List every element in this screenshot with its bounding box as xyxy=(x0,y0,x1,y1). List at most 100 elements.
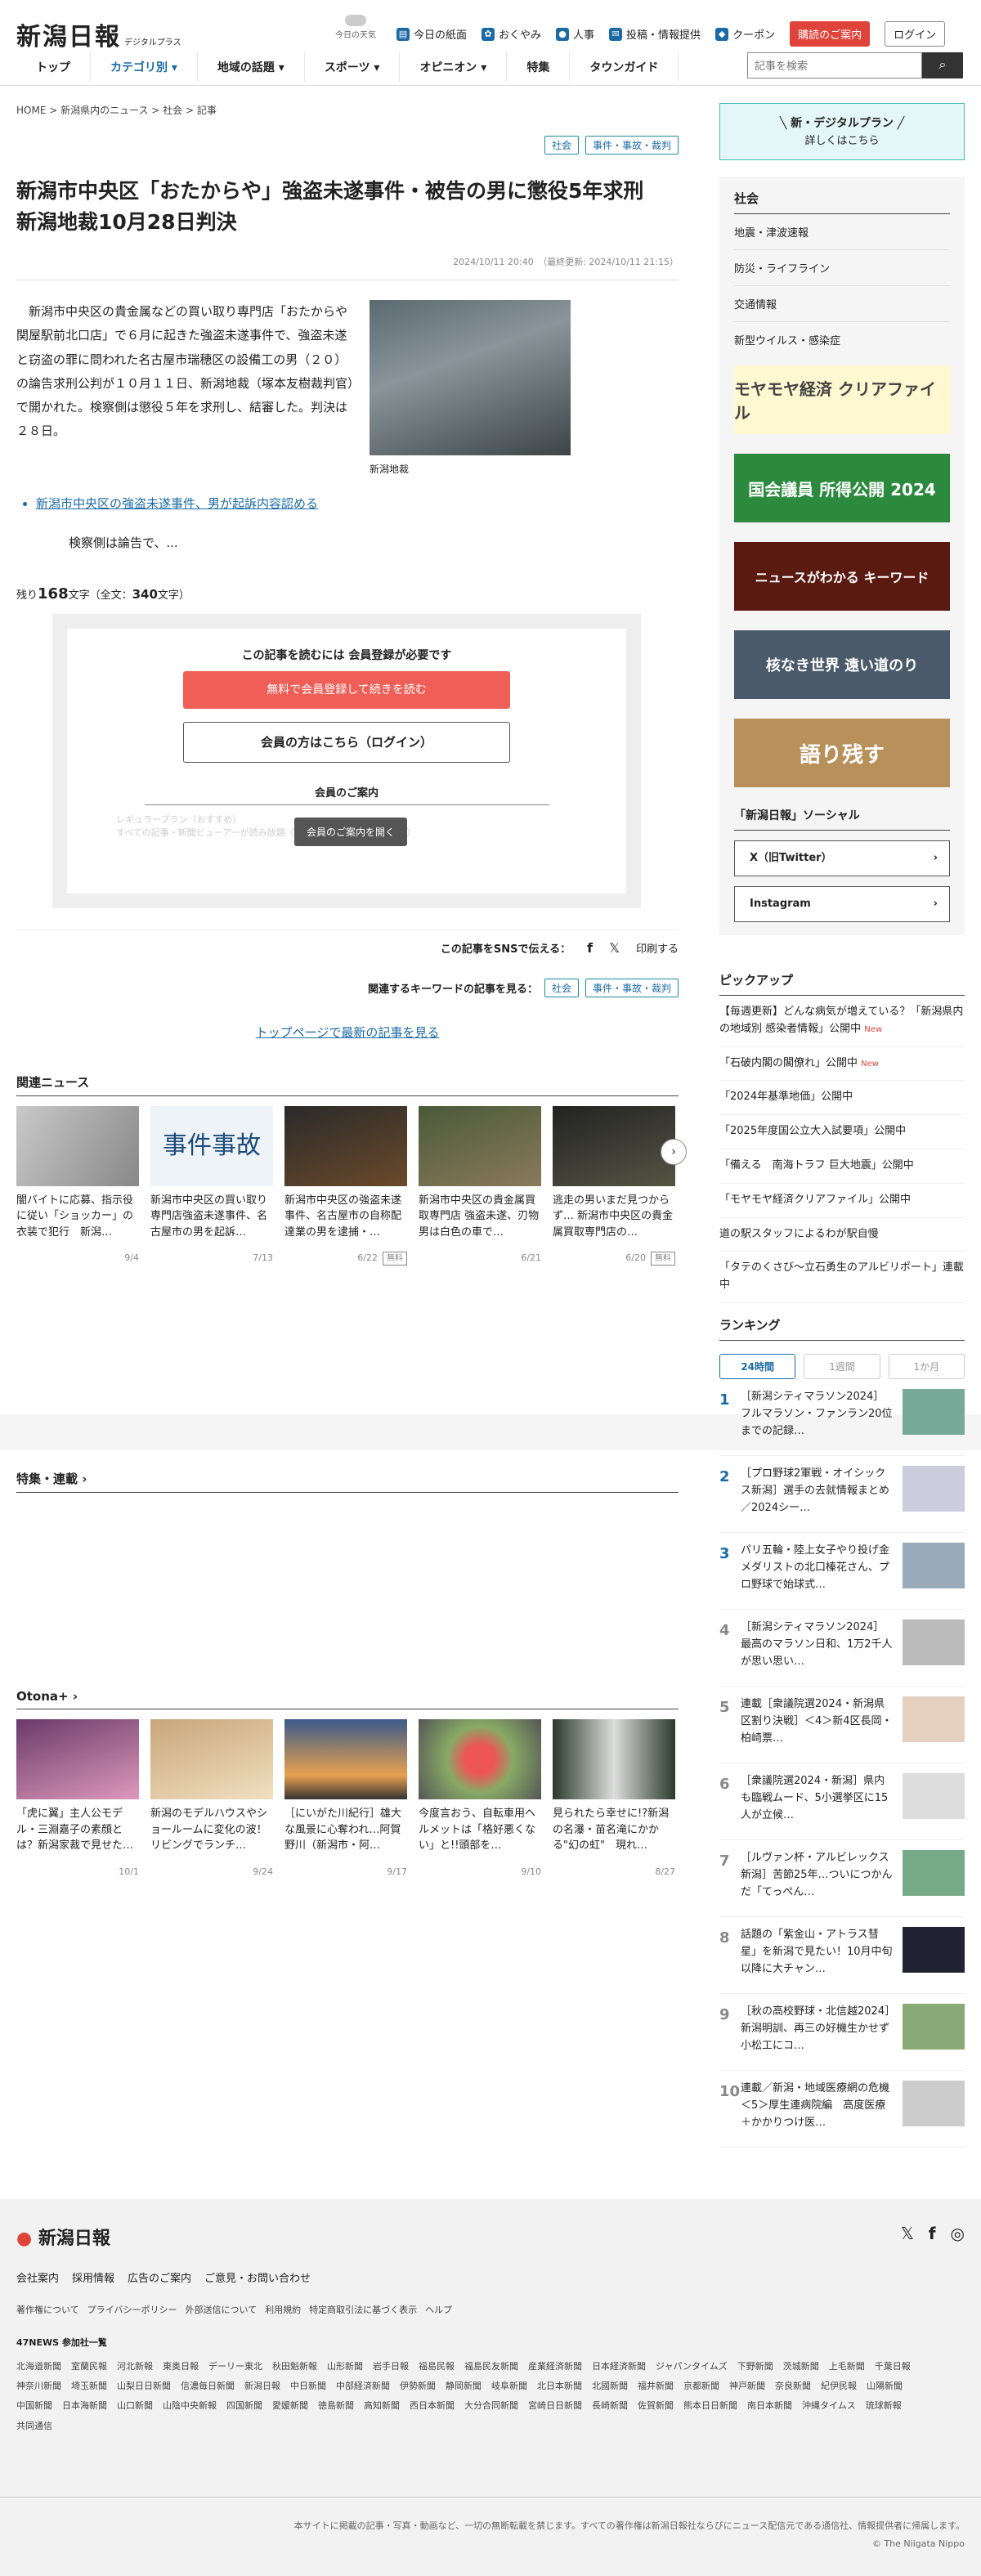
newspaper-link[interactable]: 岐阜新聞 xyxy=(491,2377,527,2396)
search-input[interactable] xyxy=(747,52,922,78)
ad-banner[interactable]: 語り残す xyxy=(734,719,950,787)
otona-card[interactable]: 新潟のモデルハウスやショールームに変化の波！リビングでランチ… 9/24 xyxy=(150,1719,273,1879)
news-card[interactable]: 新潟市中央区の強盗未遂事件、名古屋市の自称配達業の男を逮捕・… 6/22 無料 xyxy=(284,1105,407,1266)
newspaper-link[interactable]: 北國新聞 xyxy=(592,2377,628,2396)
newspaper-link[interactable]: 中部経済新聞 xyxy=(336,2377,390,2396)
newspaper-link[interactable]: 東奥日報 xyxy=(163,2357,199,2377)
link-post[interactable]: ✉ 投稿・情報提供 xyxy=(609,26,701,42)
newspaper-link[interactable]: 京都新聞 xyxy=(683,2377,719,2396)
category-link[interactable]: 地震・津波速報 xyxy=(734,214,950,250)
keyword-incident[interactable]: 事件・事故・裁判 xyxy=(585,978,679,997)
register-button[interactable]: 無料で会員登録して続きを読む xyxy=(183,670,510,709)
facebook-icon[interactable]: f xyxy=(587,940,593,956)
tag-incident[interactable]: 事件・事故・裁判 xyxy=(585,136,679,155)
related-link[interactable]: 新潟市中央区の強盗未遂事件、男が起訴内容認める xyxy=(36,492,379,516)
tab-1month[interactable]: 1か月 xyxy=(888,1353,965,1379)
pickup-link[interactable]: 「石破内閣の閣僚れ」公開中 New xyxy=(719,1047,965,1082)
pickup-link[interactable]: 「モヤモヤ経済クリアファイル」公開中 xyxy=(719,1184,965,1218)
newspaper-link[interactable]: 西日本新聞 xyxy=(410,2396,455,2416)
news-card[interactable]: 逃走の男いまだ見つからず… 新潟市中央区の貴金属買取専門店の… 6/20 無料 xyxy=(553,1105,675,1266)
newspaper-link[interactable]: 秋田魁新報 xyxy=(272,2357,317,2377)
newspaper-link[interactable]: 福島民報 xyxy=(419,2357,455,2377)
newspaper-link[interactable]: 山口新聞 xyxy=(117,2396,153,2416)
link-obituaries[interactable]: ✿ おくやみ xyxy=(482,26,541,42)
x-link[interactable]: X（旧Twitter） › xyxy=(734,840,950,876)
article-photo[interactable]: 新潟地裁 xyxy=(370,300,571,476)
footer-link[interactable]: ヘルプ xyxy=(425,2303,452,2316)
x-icon[interactable]: 𝕏 xyxy=(901,2224,914,2243)
category-link[interactable]: 新型ウイルス・感染症 xyxy=(734,322,950,357)
pickup-link[interactable]: 【毎週更新】どんな病気が増えている？「新潟県内の地域別 感染者情報」公開中 Ne… xyxy=(719,996,965,1047)
rank-thumbnail[interactable] xyxy=(903,1388,965,1435)
pickup-link[interactable]: 「2024年基準地価」公開中 xyxy=(719,1081,965,1116)
newspaper-link[interactable]: 神戸新聞 xyxy=(729,2377,765,2396)
nav-opinion[interactable]: オピニオン ▾ xyxy=(400,52,508,82)
newspaper-link[interactable]: 河北新報 xyxy=(117,2357,153,2377)
rank-thumbnail[interactable] xyxy=(903,1849,965,1896)
footer-link[interactable]: 外部送信について xyxy=(185,2303,257,2316)
ranking-item[interactable]: 8 話題の「紫金山・アトラス彗星」を新潟で見たい！10月中旬以降に大チャン… xyxy=(719,1917,965,1994)
breadcrumb[interactable]: HOME > 新潟県内のニュース > 社会 > 記事 xyxy=(16,103,679,117)
newspaper-link[interactable]: ジャパンタイムズ xyxy=(656,2357,728,2377)
newspaper-link[interactable]: 千葉日報 xyxy=(875,2357,911,2377)
nav-feature[interactable]: 特集 xyxy=(507,52,571,82)
newspaper-link[interactable]: 共同通信 xyxy=(16,2417,52,2436)
category-link[interactable]: 防災・ライフライン xyxy=(734,250,950,286)
next-arrow-icon[interactable]: › xyxy=(661,1138,687,1165)
ranking-item[interactable]: 3 パリ五輪・陸上女子やり投げ金メダリストの北口榛花さん、プロ野球で始球式… xyxy=(719,1533,965,1610)
newspaper-link[interactable]: 北海道新聞 xyxy=(16,2357,61,2377)
site-logo[interactable]: 新潟日報 デジタルプラス xyxy=(16,16,181,52)
footer-link[interactable]: 採用情報 xyxy=(72,2269,114,2285)
tab-1week[interactable]: 1週間 xyxy=(804,1353,880,1379)
rank-thumbnail[interactable] xyxy=(903,2080,965,2126)
newspaper-link[interactable]: 四国新聞 xyxy=(226,2396,262,2416)
newspaper-link[interactable]: 神奈川新聞 xyxy=(16,2377,61,2396)
newspaper-link[interactable]: 上毛新聞 xyxy=(829,2357,865,2377)
footer-link[interactable]: 広告のご案内 xyxy=(128,2269,191,2285)
ranking-item[interactable]: 4 ［新潟シティマラソン2024］最高のマラソン日和、1万2千人が思い思い… xyxy=(719,1610,965,1687)
instagram-link[interactable]: Instagram › xyxy=(734,886,950,922)
open-guide-button[interactable]: 会員のご案内を開く xyxy=(294,817,408,846)
digital-plan-banner[interactable]: ╲ 新・デジタルプラン ╱ 詳しくはこちら xyxy=(719,103,965,160)
tag-society[interactable]: 社会 xyxy=(544,136,579,155)
newspaper-link[interactable]: 信濃毎日新聞 xyxy=(181,2377,235,2396)
category-link[interactable]: 交通情報 xyxy=(734,286,950,322)
newspaper-link[interactable]: 大分合同新聞 xyxy=(464,2396,518,2416)
newspaper-link[interactable]: 日本海新聞 xyxy=(62,2396,107,2416)
pickup-link[interactable]: 「タテのくさび〜立石勇生のアルビリポート」連載中 xyxy=(719,1252,965,1303)
footer-link[interactable]: 特定商取引法に基づく表示 xyxy=(309,2303,417,2316)
footer-link[interactable]: プライバシーポリシー xyxy=(87,2303,177,2316)
footer-link[interactable]: 利用規約 xyxy=(265,2303,301,2316)
top-page-link[interactable]: トップページで最新の記事を見る xyxy=(16,1024,679,1041)
member-login-button[interactable]: 会員の方はこちら（ログイン） xyxy=(183,721,510,763)
ranking-item[interactable]: 7 ［ルヴァン杯・アルビレックス新潟］苦節25年…ついにつかんだ「てっぺん… xyxy=(719,1840,965,1917)
ad-banner[interactable]: 国会議員 所得公開 2024 xyxy=(734,454,950,522)
otona-card[interactable]: 今度言おう、自転車用ヘルメットは「格好悪くない」と!!頭部を… 9/10 xyxy=(419,1719,541,1879)
link-todays-paper[interactable]: ▤ 今日の紙面 xyxy=(396,26,467,42)
newspaper-link[interactable]: 中国新聞 xyxy=(16,2396,52,2416)
newspaper-link[interactable]: 山陽新聞 xyxy=(867,2377,903,2396)
newspaper-link[interactable]: 佐賀新聞 xyxy=(638,2396,674,2416)
ranking-item[interactable]: 9 ［秋の高校野球・北信越2024］新潟明訓、再三の好機生かせず小松工にコ… xyxy=(719,1994,965,2071)
newspaper-link[interactable]: 福井新聞 xyxy=(638,2377,674,2396)
newspaper-link[interactable]: 茨城新聞 xyxy=(783,2357,819,2377)
ranking-item[interactable]: 6 ［衆議院選2024・新潟］県内も臨戦ムード、5小選挙区に15人が立候… xyxy=(719,1763,965,1840)
news-card[interactable]: 事件事故 新潟市中央区の買い取り専門店強盗未遂事件、名古屋市の男を起訴… 7/13 xyxy=(150,1105,273,1266)
weather-widget[interactable]: 今日の天気 xyxy=(331,15,380,40)
ad-banner[interactable]: ニュースがわかる キーワード xyxy=(734,542,950,611)
ranking-item[interactable]: 5 連載［衆議院選2024・新潟県区割り決戦］＜4＞新4区長岡・柏崎票… xyxy=(719,1687,965,1763)
newspaper-link[interactable]: 室蘭民報 xyxy=(71,2357,107,2377)
x-icon[interactable]: 𝕏 xyxy=(609,940,620,956)
pickup-link[interactable]: 道の駅スタッフによるわが駅自慢 xyxy=(719,1218,965,1252)
ad-banner[interactable]: 核なき世界 遠い道のり xyxy=(734,630,950,699)
otona-title[interactable]: Otona+ › xyxy=(16,1689,679,1709)
newspaper-link[interactable]: 長崎新聞 xyxy=(592,2396,628,2416)
pickup-link[interactable]: 「備える 南海トラフ 巨大地震」公開中 xyxy=(719,1149,965,1184)
newspaper-link[interactable]: 下野新聞 xyxy=(737,2357,773,2377)
footer-link[interactable]: 会社案内 xyxy=(16,2269,59,2285)
newspaper-link[interactable]: 徳島新聞 xyxy=(318,2396,354,2416)
rank-thumbnail[interactable] xyxy=(903,1696,965,1742)
newspaper-link[interactable]: 宮崎日日新聞 xyxy=(528,2396,582,2416)
rank-thumbnail[interactable] xyxy=(903,1619,965,1665)
newspaper-link[interactable]: 南日本新聞 xyxy=(747,2396,792,2416)
